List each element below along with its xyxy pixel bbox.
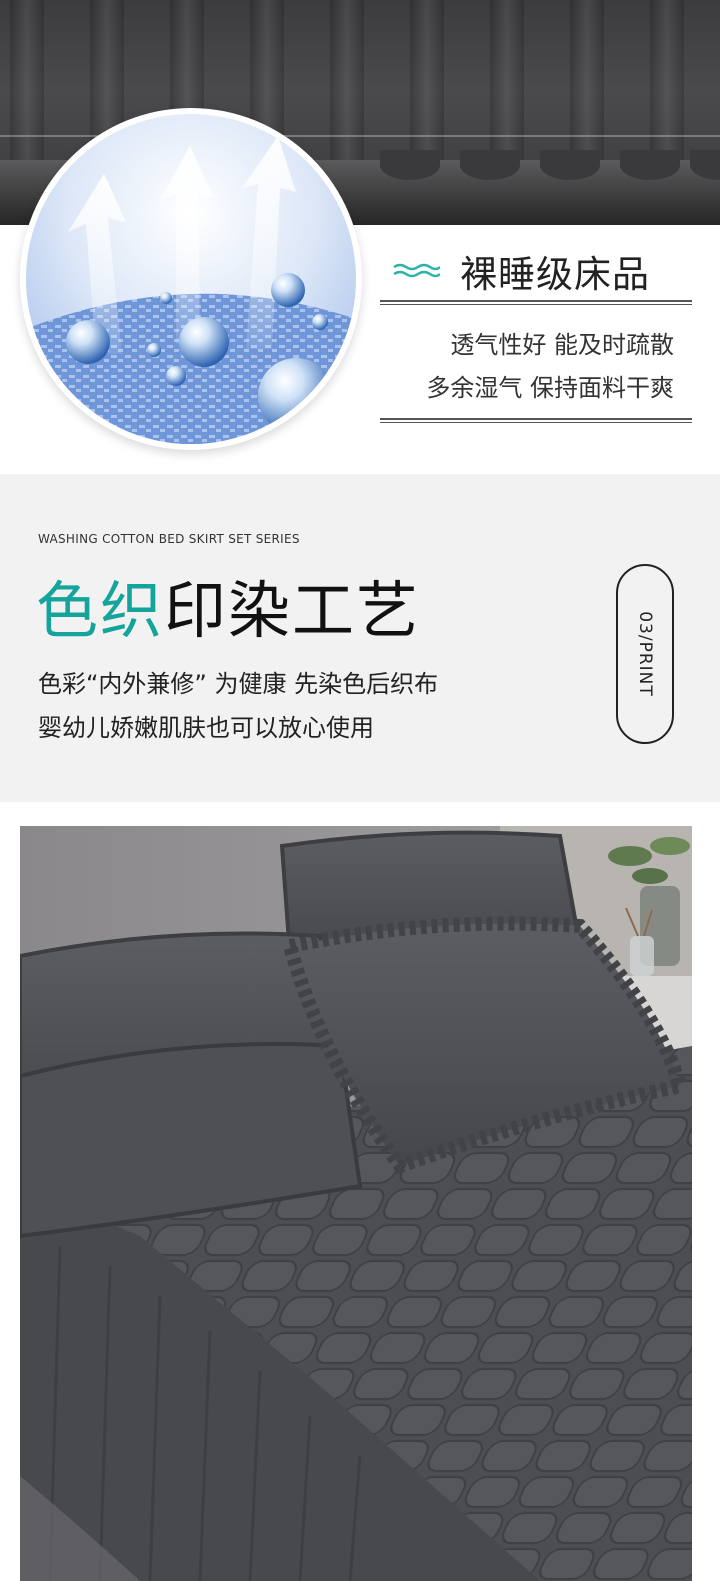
headline-rest: 印染工艺 (164, 574, 421, 647)
feature-desc-line: 多余湿气 保持面料干爽 (426, 374, 674, 402)
breathable-feature-section: 裸睡级床品 透气性好 能及时疏散 多余湿气 保持面料干爽 (0, 0, 720, 470)
process-desc-line: 色彩“内外兼修” 为健康 先染色后织布 (38, 670, 439, 698)
breathable-fabric-illustration (20, 108, 362, 450)
divider (380, 300, 692, 305)
headline-accent: 色织 (36, 574, 165, 647)
feature-desc-line: 透气性好 能及时疏散 (450, 331, 674, 359)
feature-text-block: 裸睡级床品 透气性好 能及时疏散 多余湿气 保持面料干爽 (380, 236, 692, 423)
process-description: 色彩“内外兼修” 为健康 先染色后织布 婴幼儿娇嫩肌肤也可以放心使用 (38, 662, 438, 750)
series-label: WASHING COTTON BED SKIRT SET SERIES (38, 532, 300, 546)
bed-set-photo (20, 826, 692, 1581)
process-desc-line: 婴幼儿娇嫩肌肤也可以放心使用 (38, 714, 374, 742)
airflow-arrow-icon (68, 136, 296, 354)
feature-title: 裸睡级床品 (460, 253, 650, 296)
wave-icon (393, 263, 440, 278)
section-number-badge: 03/PRINT (616, 564, 674, 744)
print-process-panel: WASHING COTTON BED SKIRT SET SERIES 色织印染… (0, 474, 720, 802)
feature-description: 透气性好 能及时疏散 多余湿气 保持面料干爽 (426, 324, 674, 410)
section-number-text: 03/PRINT (635, 611, 655, 697)
divider (380, 418, 692, 423)
page-title: 色织印染工艺 (36, 560, 420, 650)
